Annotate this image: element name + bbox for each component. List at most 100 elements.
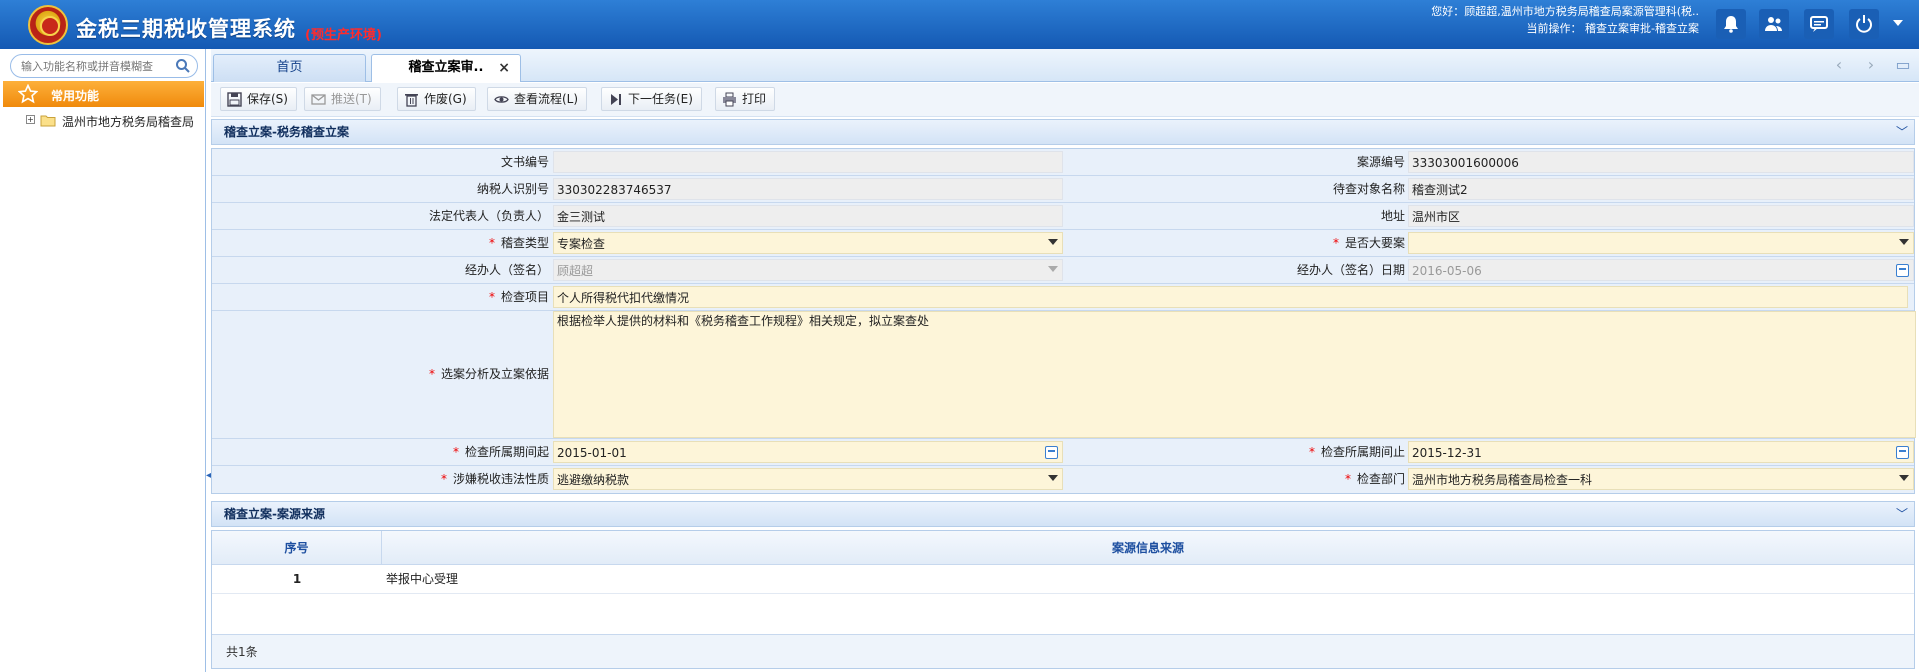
menu-chevron-icon[interactable] (1893, 20, 1903, 26)
form-row-handler: 经办人（签名） 顾超超 经办人（签名）日期 2016-05-06 (212, 257, 1914, 284)
major-case-select[interactable] (1408, 232, 1914, 254)
trash-icon (405, 94, 418, 107)
print-label: 打印 (742, 92, 767, 106)
logout-button[interactable] (1849, 9, 1879, 39)
taxpayer-id-field[interactable]: 330302283746537 (553, 178, 1063, 200)
legal-rep-field[interactable]: 金三测试 (553, 205, 1063, 227)
collapse-chevron-icon[interactable]: ﹀ (1896, 120, 1908, 144)
tab-prev-icon[interactable]: ‹ (1827, 55, 1851, 77)
violation-label-wrap: * 涉嫌税收违法性质 (212, 466, 549, 492)
tree-node-label: 温州市地方税务局稽查局 (62, 115, 195, 129)
required-mark: * (1308, 445, 1315, 459)
app-title: 金税三期税收管理系统 (76, 17, 296, 41)
push-button[interactable]: 推送(T) (304, 87, 381, 111)
check-item-field[interactable]: 个人所得税代扣代缴情况 (553, 286, 1908, 308)
maximize-icon[interactable]: ▭ (1891, 55, 1915, 77)
dropdown-arrow-icon[interactable] (1048, 239, 1058, 245)
case-no-label: 案源编号 (1356, 155, 1405, 169)
printer-icon (723, 92, 736, 107)
handler-select: 顾超超 (553, 259, 1063, 281)
form-panel-header[interactable]: 稽查立案-税务稽查立案 ﹀ (211, 119, 1915, 145)
form-row-period: * 检查所属期间起 2015-01-01 * 检查所属期间止 2015-12-31 (212, 439, 1914, 466)
dept-select[interactable]: 温州市地方税务局稽查局检查一科 (1408, 468, 1914, 490)
basis-label-wrap: * 选案分析及立案依据 (212, 361, 549, 387)
form-row-doc-no: 文书编号 案源编号 33303001600006 (212, 149, 1914, 176)
dept-value: 温州市地方税务局稽查局检查一科 (1412, 473, 1593, 487)
collapse-chevron-icon[interactable]: ﹀ (1896, 502, 1908, 526)
users-icon (1765, 17, 1782, 31)
form-row-basis: * 选案分析及立案依据 根据检举人提供的材料和《税务稽查工作规程》相关规定，拟立案… (212, 311, 1916, 439)
period-end-label-wrap: * 检查所属期间止 (1067, 439, 1405, 465)
search-icon[interactable] (175, 58, 191, 74)
required-mark: * (440, 472, 447, 486)
period-end-field[interactable]: 2015-12-31 (1408, 441, 1914, 463)
dept-label-wrap: * 检查部门 (1067, 466, 1405, 492)
save-button[interactable]: 保存(S) (220, 87, 297, 111)
basis-textarea[interactable]: 根据检举人提供的材料和《税务稽查工作规程》相关规定，拟立案查处 (553, 311, 1916, 438)
violation-label: 涉嫌税收违法性质 (452, 472, 549, 486)
calendar-icon[interactable] (1896, 264, 1909, 277)
tab-close-icon[interactable]: × (498, 55, 510, 81)
dropdown-arrow-icon[interactable] (1899, 239, 1909, 245)
next-task-button[interactable]: 下一任务(E) (601, 87, 702, 111)
tab-home[interactable]: 首页 (213, 54, 366, 82)
tab-audit-filing[interactable]: 稽查立案审.. × (371, 54, 521, 82)
handler-date-label: 经办人（签名）日期 (1296, 263, 1405, 277)
table-footer: 共1条 (212, 634, 1914, 668)
doc-no-label: 文书编号 (500, 155, 549, 169)
required-mark: * (428, 367, 435, 381)
audit-type-label: 稽查类型 (500, 236, 549, 250)
dropdown-arrow-icon[interactable] (1899, 475, 1909, 481)
form-grid: 文书编号 案源编号 33303001600006 纳税人识别号 33030228… (211, 148, 1916, 494)
favorites-header[interactable]: 常用功能 (3, 81, 204, 107)
source-panel-header[interactable]: 稽查立案-案源来源 ﹀ (211, 501, 1915, 527)
function-search-input[interactable] (21, 58, 176, 74)
dropdown-arrow-icon[interactable] (1048, 475, 1058, 481)
form-row-violation: * 涉嫌税收违法性质 逃避缴纳税款 * 检查部门 温州市地方税务局稽查局检查一科 (212, 466, 1914, 493)
case-no-field[interactable]: 33303001600006 (1408, 151, 1914, 173)
doc-no-field[interactable] (553, 151, 1063, 173)
case-source-panel: 稽查立案-案源来源 ﹀ 序号 案源信息来源 1 举报中心受理 共1条 (211, 501, 1915, 671)
table-cell-no: 1 (212, 565, 382, 594)
target-name-field[interactable]: 稽查测试2 (1408, 178, 1914, 200)
audit-type-label-wrap: * 稽查类型 (212, 230, 549, 256)
required-mark: * (1344, 472, 1351, 486)
required-mark: * (1332, 236, 1339, 250)
audit-type-value: 专案检查 (557, 237, 606, 251)
dept-label: 检查部门 (1356, 472, 1405, 486)
print-button[interactable]: 打印 (715, 87, 776, 111)
taxpayer-id-label: 纳税人识别号 (476, 182, 549, 196)
target-name-label: 待查对象名称 (1332, 182, 1405, 196)
calendar-icon[interactable] (1045, 446, 1058, 459)
expand-plus-icon[interactable]: + (26, 115, 35, 124)
tab-next-icon[interactable]: › (1859, 55, 1883, 77)
app-root: 金税三期税收管理系统 (预生产环境) 您好：顾超超,温州市地方税务局稽查局案源管… (0, 0, 1919, 672)
legal-rep-label: 法定代表人（负责人） (428, 209, 549, 223)
required-mark: * (452, 445, 459, 459)
tax-emblem-logo (28, 5, 68, 45)
view-flow-button[interactable]: 查看流程(L) (487, 87, 588, 111)
address-field[interactable]: 温州市区 (1408, 205, 1914, 227)
notification-button[interactable] (1716, 9, 1746, 39)
power-icon (1856, 15, 1872, 33)
period-start-field[interactable]: 2015-01-01 (553, 441, 1063, 463)
bell-icon (1724, 16, 1738, 33)
form-row-audit-type: * 稽查类型 专案检查 * 是否大要案 (212, 230, 1914, 257)
table-cell-source[interactable]: 举报中心受理 (382, 565, 1914, 594)
users-button[interactable] (1759, 9, 1789, 39)
skip-next-icon (611, 94, 621, 105)
message-button[interactable] (1804, 9, 1834, 39)
calendar-icon[interactable] (1896, 446, 1909, 459)
period-end-value: 2015-12-31 (1412, 446, 1482, 460)
greeting-text: 您好：顾超超,温州市地方税务局稽查局案源管理科(税.. (1431, 5, 1699, 18)
address-label: 地址 (1380, 209, 1405, 223)
audit-type-select[interactable]: 专案检查 (553, 232, 1063, 254)
required-mark: * (488, 290, 495, 304)
violation-select[interactable]: 逃避缴纳税款 (553, 468, 1063, 490)
check-item-label: 检查项目 (500, 290, 549, 304)
function-search[interactable] (10, 54, 198, 78)
void-button[interactable]: 作废(G) (397, 87, 476, 111)
record-count: 共1条 (226, 645, 258, 659)
handler-value: 顾超超 (557, 264, 594, 278)
top-header: 金税三期税收管理系统 (预生产环境) 您好：顾超超,温州市地方税务局稽查局案源管… (0, 0, 1919, 49)
